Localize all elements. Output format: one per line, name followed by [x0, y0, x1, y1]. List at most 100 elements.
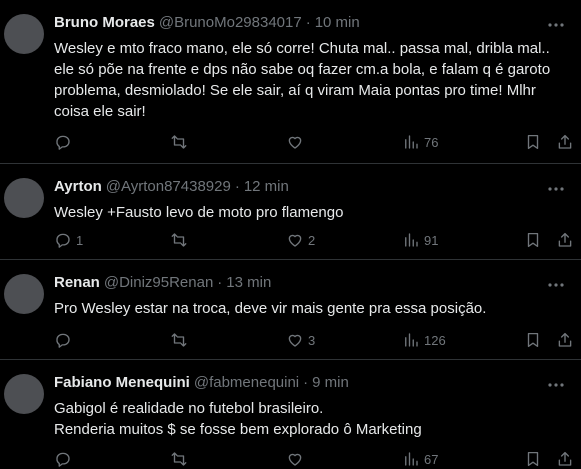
bookmark-icon — [527, 232, 539, 248]
view-count: 76 — [424, 134, 439, 150]
bookmark-icon — [527, 332, 539, 348]
retweet-icon — [171, 135, 187, 149]
like-icon — [288, 453, 302, 466]
tweet-text: Pro Wesley estar na troca, deve vir mais… — [54, 298, 569, 319]
more-icon[interactable] — [547, 376, 565, 394]
bookmark-icon — [527, 134, 539, 150]
tweet-text: Gabigol é realidade no futebol brasileir… — [54, 398, 569, 440]
share-button[interactable] — [556, 132, 574, 152]
bookmark-button[interactable] — [524, 330, 542, 350]
bookmark-button[interactable] — [524, 230, 542, 250]
share-button[interactable] — [556, 330, 574, 350]
timestamp[interactable]: 9 min — [312, 374, 349, 392]
tweet-header: Ayrton @Ayrton87438929 · 12 min — [54, 178, 569, 196]
retweet-button[interactable] — [170, 132, 192, 152]
share-icon — [558, 232, 572, 247]
view-count: 67 — [424, 451, 439, 467]
tweet[interactable]: Bruno Moraes @BrunoMo29834017 · 10 min W… — [0, 0, 581, 164]
like-button[interactable] — [286, 132, 308, 152]
retweet-icon — [171, 452, 187, 466]
tweet[interactable]: Fabiano Menequini @fabmenequini · 9 min … — [0, 360, 581, 469]
share-button[interactable] — [556, 230, 574, 250]
like-count: 2 — [308, 232, 316, 248]
author-name[interactable]: Fabiano Menequini — [54, 374, 190, 392]
view-count: 126 — [424, 332, 446, 348]
author-handle[interactable]: @fabmenequini — [194, 374, 299, 392]
timestamp[interactable]: 10 min — [315, 14, 360, 32]
tweet-text-line: coisa ele sair! — [54, 103, 146, 120]
reply-icon — [56, 135, 70, 150]
author-name[interactable]: Renan — [54, 274, 100, 292]
tweet-text-line: Wesley +Fausto levo de moto pro flamengo — [54, 204, 344, 221]
tweet-text: Wesley +Fausto levo de moto pro flamengo — [54, 202, 569, 223]
author-handle[interactable]: @Diniz95Renan — [104, 274, 213, 292]
retweet-button[interactable] — [170, 230, 192, 250]
author-name[interactable]: Ayrton — [54, 178, 102, 196]
like-button[interactable]: 2 — [286, 230, 315, 250]
view-count: 91 — [424, 232, 439, 248]
views-icon — [405, 452, 418, 466]
reply-button[interactable]: 1 — [54, 230, 83, 250]
tweet-text-line: Gabigol é realidade no futebol brasileir… — [54, 400, 324, 417]
views-button[interactable]: 67 — [402, 449, 438, 469]
views-button[interactable]: 91 — [402, 230, 438, 250]
like-icon — [288, 234, 302, 247]
tweet-header: Renan @Diniz95Renan · 13 min — [54, 274, 569, 292]
views-button[interactable]: 76 — [402, 132, 438, 152]
author-handle[interactable]: @Ayrton87438929 — [106, 178, 231, 196]
like-button[interactable]: 3 — [286, 330, 315, 350]
separator: · — [217, 274, 223, 291]
retweet-button[interactable] — [170, 330, 192, 350]
like-button[interactable] — [286, 449, 308, 469]
like-count: 3 — [308, 332, 316, 348]
views-icon — [405, 135, 418, 149]
reply-button[interactable] — [54, 132, 76, 152]
author-name[interactable]: Bruno Moraes — [54, 14, 155, 32]
share-icon — [558, 451, 572, 466]
author-handle[interactable]: @BrunoMo29834017 — [159, 14, 302, 32]
bookmark-icon — [527, 451, 539, 467]
tweet-header: Fabiano Menequini @fabmenequini · 9 min — [54, 374, 569, 392]
reply-icon — [56, 452, 70, 467]
replies-feed: Bruno Moraes @BrunoMo29834017 · 10 min W… — [0, 0, 581, 469]
tweet[interactable]: Renan @Diniz95Renan · 13 min Pro Wesley … — [0, 260, 581, 360]
more-icon[interactable] — [547, 180, 565, 198]
more-icon[interactable] — [547, 16, 565, 34]
avatar[interactable] — [4, 374, 44, 414]
separator: · — [305, 14, 311, 31]
retweet-icon — [171, 333, 187, 347]
avatar[interactable] — [4, 178, 44, 218]
views-icon — [405, 233, 418, 247]
bookmark-button[interactable] — [524, 132, 542, 152]
tweet[interactable]: Ayrton @Ayrton87438929 · 12 min Wesley +… — [0, 164, 581, 260]
views-button[interactable]: 126 — [402, 330, 446, 350]
timestamp[interactable]: 13 min — [226, 274, 271, 292]
like-icon — [288, 136, 302, 149]
tweet-text-line: Renderia muitos $ se fosse bem explorado… — [54, 421, 422, 438]
retweet-icon — [171, 233, 187, 247]
reply-icon — [56, 233, 70, 248]
action-bar: 67 — [54, 449, 574, 469]
share-icon — [558, 332, 572, 347]
retweet-button[interactable] — [170, 449, 192, 469]
tweet-text-line: Pro Wesley estar na troca, deve vir mais… — [54, 300, 487, 317]
views-icon — [405, 333, 418, 347]
reply-icon — [56, 333, 70, 348]
separator: · — [303, 374, 309, 391]
action-bar: 1 2 91 — [54, 230, 574, 250]
timestamp[interactable]: 12 min — [244, 178, 289, 196]
reply-button[interactable] — [54, 449, 76, 469]
avatar[interactable] — [4, 14, 44, 54]
action-bar: 76 — [54, 132, 574, 152]
action-bar: 3 126 — [54, 330, 574, 350]
bookmark-button[interactable] — [524, 449, 542, 469]
share-button[interactable] — [556, 449, 574, 469]
tweet-text-line: Wesley e mto fraco mano, ele só corre! C… — [54, 40, 550, 57]
tweet-text-line: ele só põe na frente e dps não sabe oq f… — [54, 61, 551, 78]
reply-button[interactable] — [54, 330, 76, 350]
tweet-text: Wesley e mto fraco mano, ele só corre! C… — [54, 38, 569, 122]
reply-count: 1 — [76, 232, 84, 248]
avatar[interactable] — [4, 274, 44, 314]
share-icon — [558, 134, 572, 149]
more-icon[interactable] — [547, 276, 565, 294]
